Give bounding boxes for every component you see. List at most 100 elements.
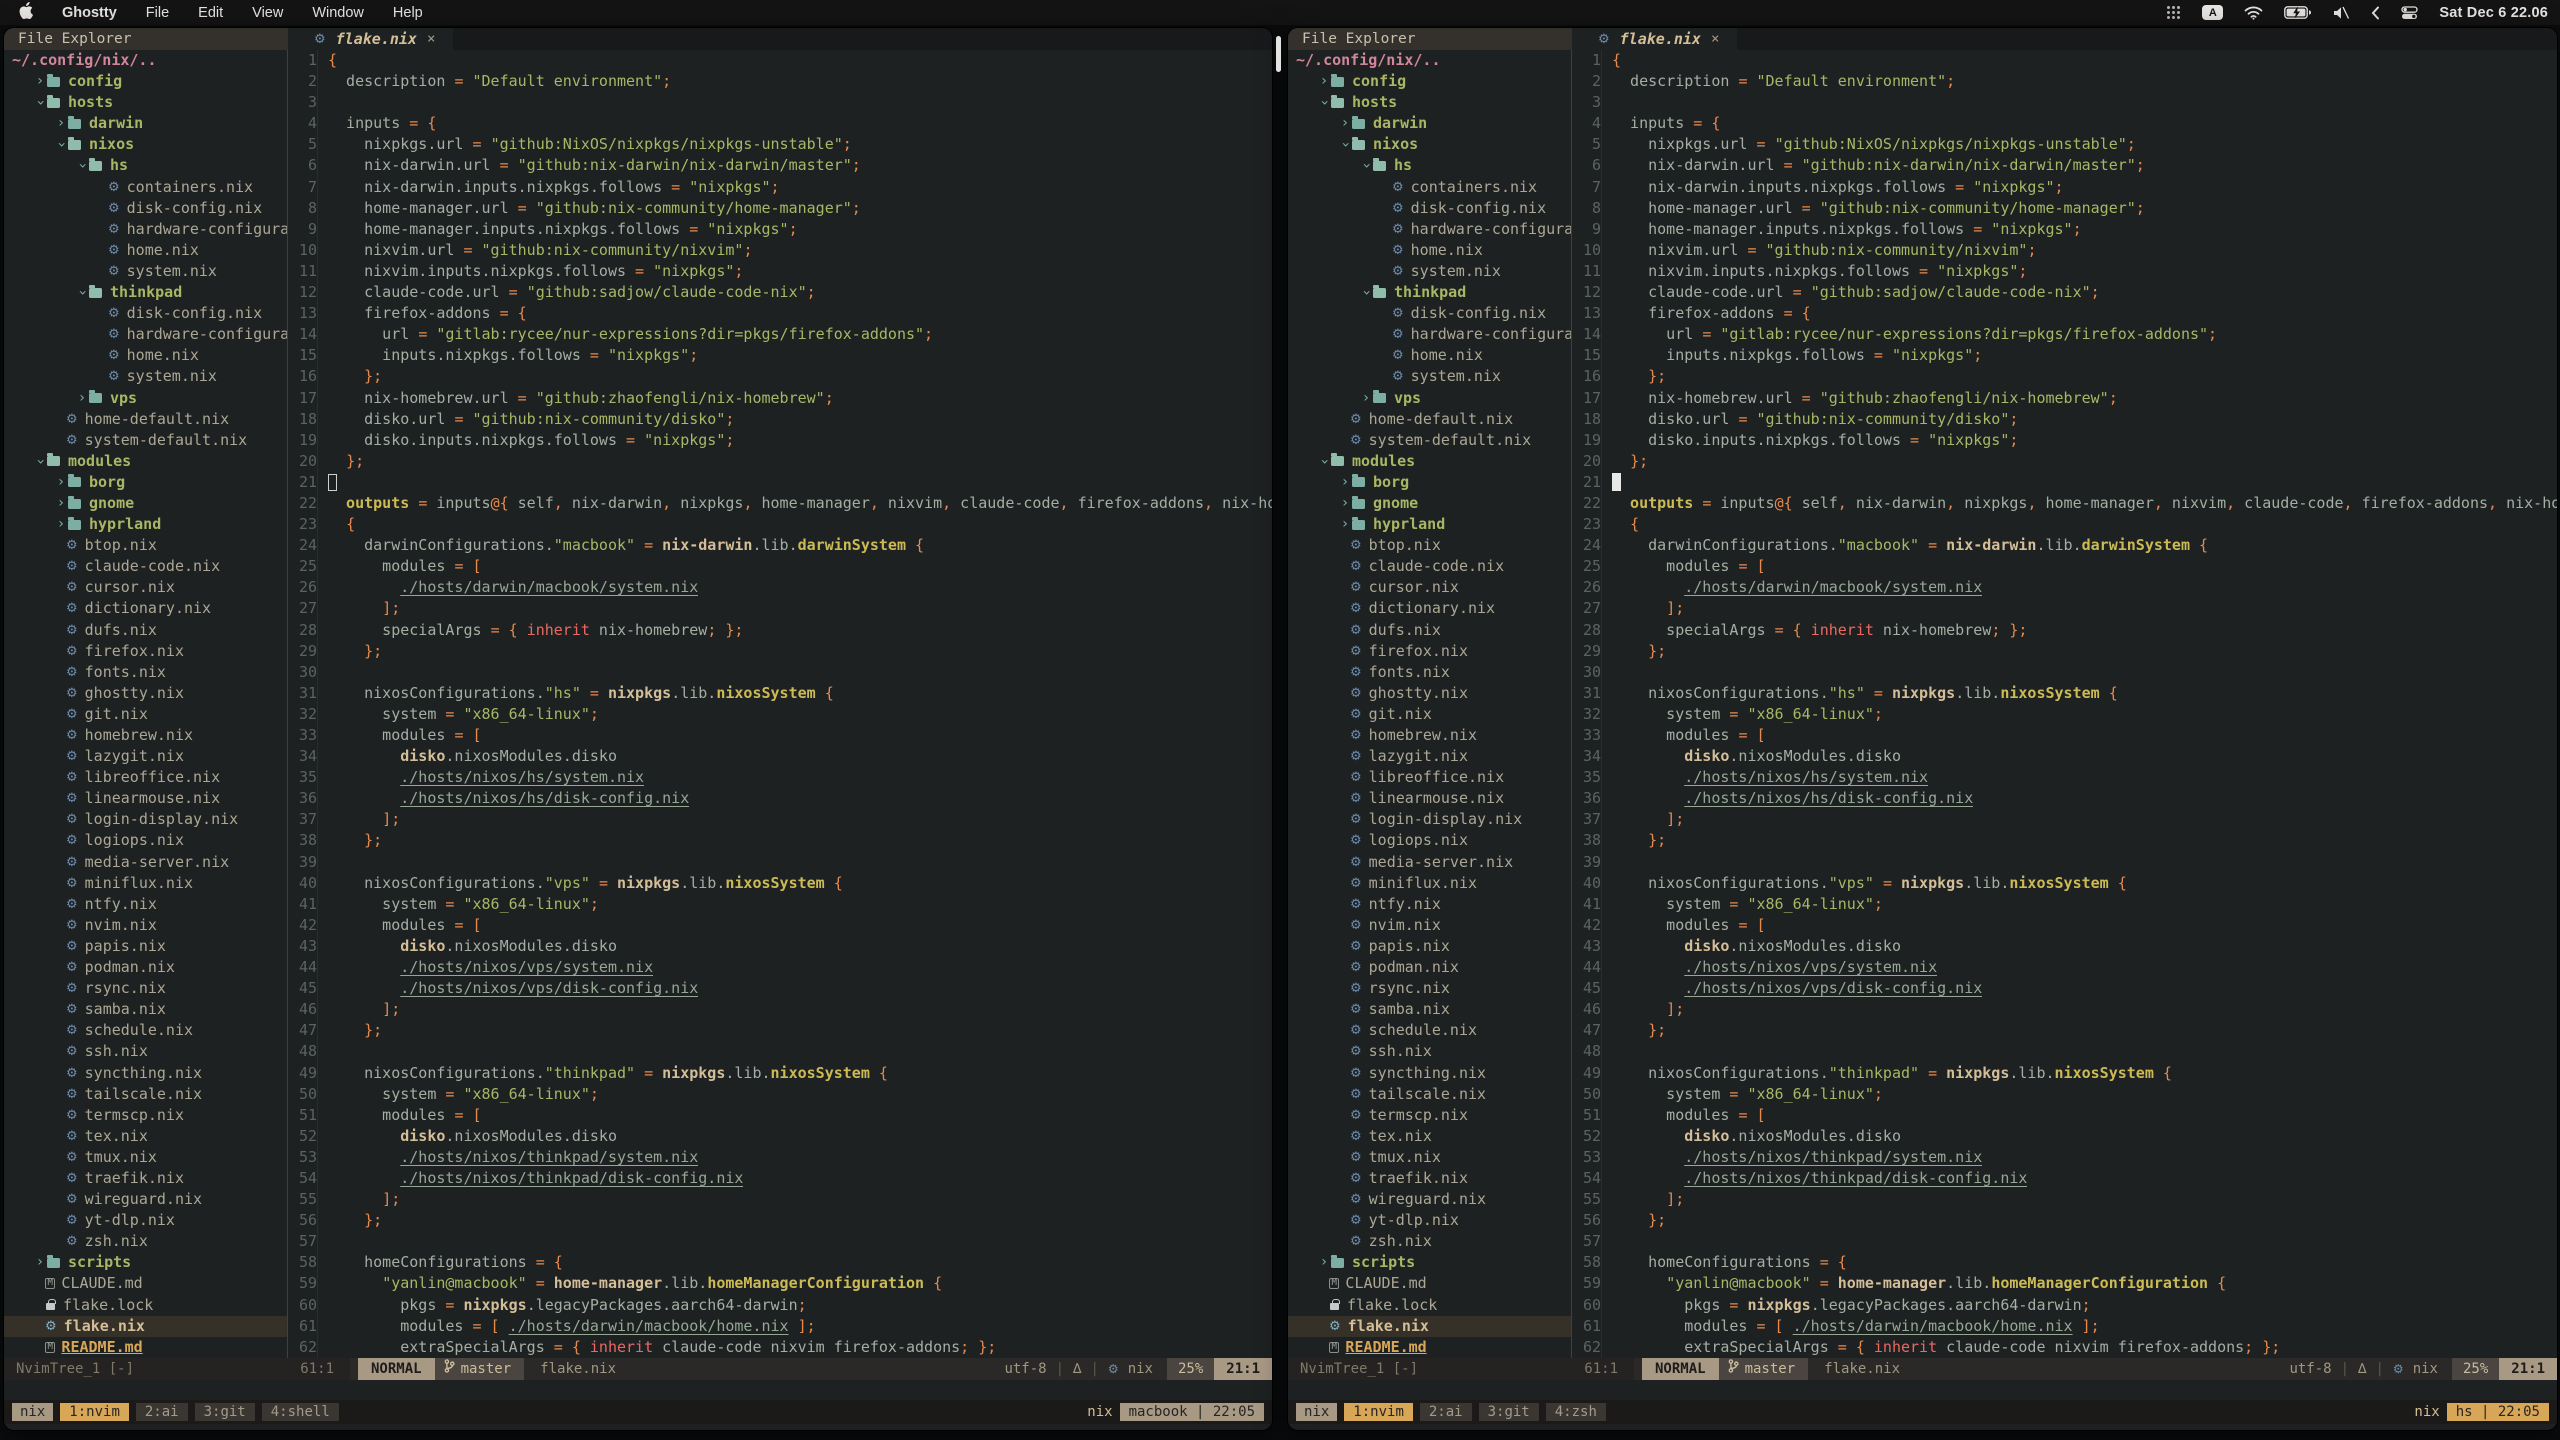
- code-line[interactable]: 50 system = "x86_64-linux";: [1572, 1084, 2557, 1105]
- code-line[interactable]: 52 disko.nixosModules.disko: [288, 1126, 1272, 1147]
- code-line[interactable]: 39: [1572, 852, 2557, 873]
- code-line[interactable]: 9 home-manager.inputs.nixpkgs.follows = …: [1572, 219, 2557, 240]
- tree-item[interactable]: ⚙home-default.nix: [4, 409, 287, 430]
- code-line[interactable]: 54 ./hosts/nixos/thinkpad/disk-config.ni…: [1572, 1168, 2557, 1189]
- tree-item[interactable]: flake.lock: [1288, 1295, 1571, 1316]
- code-line[interactable]: 20 };: [288, 451, 1272, 472]
- code-line[interactable]: 46 ];: [288, 999, 1272, 1020]
- tree-item[interactable]: ›nixos: [1288, 134, 1571, 155]
- tree-item[interactable]: ›config: [4, 71, 287, 92]
- code-line[interactable]: 45 ./hosts/nixos/vps/disk-config.nix: [288, 978, 1272, 999]
- code-line[interactable]: 6 nix-darwin.url = "github:nix-darwin/ni…: [288, 155, 1272, 176]
- mute-icon[interactable]: [2332, 0, 2350, 25]
- tree-item[interactable]: ⚙ssh.nix: [1288, 1041, 1571, 1062]
- tree-item[interactable]: ⚙homebrew.nix: [1288, 725, 1571, 746]
- code-line[interactable]: 59 "yanlin@macbook" = home-manager.lib.h…: [1572, 1273, 2557, 1294]
- tree-item[interactable]: ⚙syncthing.nix: [4, 1063, 287, 1084]
- code-line[interactable]: 38 };: [1572, 830, 2557, 851]
- tree-item[interactable]: ›gnome: [1288, 493, 1571, 514]
- tree-item[interactable]: MCLAUDE.md: [4, 1273, 287, 1294]
- tree-item[interactable]: ⚙containers.nix: [4, 177, 287, 198]
- code-line[interactable]: 21: [288, 472, 1272, 493]
- tree-item[interactable]: ⚙tailscale.nix: [1288, 1084, 1571, 1105]
- code-line[interactable]: 26 ./hosts/darwin/macbook/system.nix: [1572, 577, 2557, 598]
- tree-item[interactable]: ›borg: [1288, 472, 1571, 493]
- tree-item[interactable]: ⚙miniflux.nix: [4, 873, 287, 894]
- code-line[interactable]: 13 firefox-addons = {: [1572, 303, 2557, 324]
- tree-item[interactable]: ⚙flake.nix: [4, 1316, 287, 1337]
- tmux-window-1[interactable]: 1:nvim: [60, 1403, 129, 1421]
- code-line[interactable]: 27 ];: [288, 598, 1272, 619]
- code-line[interactable]: 34 disko.nixosModules.disko: [288, 746, 1272, 767]
- tree-item[interactable]: ⚙libreoffice.nix: [4, 767, 287, 788]
- chevron-left-icon[interactable]: [2371, 0, 2380, 25]
- tree-item[interactable]: ›modules: [1288, 451, 1571, 472]
- menu-item-view[interactable]: View: [252, 5, 283, 21]
- control-center-icon[interactable]: [2401, 0, 2418, 25]
- tree-item[interactable]: ›hyprland: [1288, 514, 1571, 535]
- tree-item[interactable]: ⚙home.nix: [1288, 345, 1571, 366]
- menu-item-help[interactable]: Help: [393, 5, 423, 21]
- code-line[interactable]: 1{: [1572, 50, 2557, 71]
- code-line[interactable]: 55 ];: [1572, 1189, 2557, 1210]
- close-icon[interactable]: ×: [1711, 31, 1719, 47]
- tree-item[interactable]: MCLAUDE.md: [1288, 1273, 1571, 1294]
- code-line[interactable]: 38 };: [288, 830, 1272, 851]
- tree-item[interactable]: ⚙logiops.nix: [1288, 830, 1571, 851]
- tree-item[interactable]: ⚙tmux.nix: [4, 1147, 287, 1168]
- tree-item[interactable]: ⚙dufs.nix: [4, 620, 287, 641]
- split-scrollbar-thumb[interactable]: [1276, 36, 1281, 72]
- tree-item[interactable]: MREADME.md: [4, 1337, 287, 1358]
- code-line[interactable]: 11 nixvim.inputs.nixpkgs.follows = "nixp…: [1572, 261, 2557, 282]
- code-line[interactable]: 5 nixpkgs.url = "github:NixOS/nixpkgs/ni…: [288, 134, 1272, 155]
- tree-item[interactable]: ›borg: [4, 472, 287, 493]
- code-line[interactable]: 36 ./hosts/nixos/hs/disk-config.nix: [288, 788, 1272, 809]
- tree-item[interactable]: ⚙fonts.nix: [1288, 662, 1571, 683]
- tree-item[interactable]: ⚙tmux.nix: [1288, 1147, 1571, 1168]
- tree-item[interactable]: ⚙ghostty.nix: [4, 683, 287, 704]
- tree-item[interactable]: ⚙logiops.nix: [4, 830, 287, 851]
- tree-item[interactable]: ~/.config/nix/..: [1288, 50, 1571, 71]
- code-line[interactable]: 52 disko.nixosModules.disko: [1572, 1126, 2557, 1147]
- code-line[interactable]: 14 url = "gitlab:rycee/nur-expressions?d…: [288, 324, 1272, 345]
- code-line[interactable]: 58 homeConfigurations = {: [1572, 1252, 2557, 1273]
- tmux-window-4[interactable]: 4:zsh: [1546, 1403, 1606, 1421]
- code-line[interactable]: 60 pkgs = nixpkgs.legacyPackages.aarch64…: [288, 1295, 1272, 1316]
- code-line[interactable]: 37 ];: [288, 809, 1272, 830]
- code-line[interactable]: 50 system = "x86_64-linux";: [288, 1084, 1272, 1105]
- tree-item[interactable]: ⚙media-server.nix: [4, 852, 287, 873]
- tree-item[interactable]: ⚙lazygit.nix: [1288, 746, 1571, 767]
- code-line[interactable]: 33 modules = [: [1572, 725, 2557, 746]
- tree-item[interactable]: ›hosts: [1288, 92, 1571, 113]
- tree-item[interactable]: ›gnome: [4, 493, 287, 514]
- code-line[interactable]: 23 {: [1572, 514, 2557, 535]
- tree-item[interactable]: ⚙nvim.nix: [4, 915, 287, 936]
- tree-item[interactable]: MREADME.md: [1288, 1337, 1571, 1358]
- tree-item[interactable]: ⚙login-display.nix: [4, 809, 287, 830]
- code-line[interactable]: 29 };: [1572, 641, 2557, 662]
- tmux-window-4[interactable]: 4:shell: [262, 1403, 339, 1421]
- close-icon[interactable]: ×: [427, 31, 435, 47]
- apps-grid-icon[interactable]: [2166, 0, 2181, 25]
- tree-item[interactable]: ⚙git.nix: [1288, 704, 1571, 725]
- menu-item-edit[interactable]: Edit: [198, 5, 223, 21]
- tree-item[interactable]: ›hs: [4, 155, 287, 176]
- code-line[interactable]: 33 modules = [: [288, 725, 1272, 746]
- code-line[interactable]: 57: [288, 1231, 1272, 1252]
- tab-flake-nix[interactable]: ⚙flake.nix×: [288, 28, 453, 50]
- code-line[interactable]: 30: [1572, 662, 2557, 683]
- tree-item[interactable]: ⚙ntfy.nix: [4, 894, 287, 915]
- tree-item[interactable]: ›hs: [1288, 155, 1571, 176]
- tree-item[interactable]: ›darwin: [1288, 113, 1571, 134]
- code-line[interactable]: 62 extraSpecialArgs = { inherit claude-c…: [1572, 1337, 2557, 1358]
- tree-item[interactable]: ⚙system-default.nix: [1288, 430, 1571, 451]
- tree-item[interactable]: ›scripts: [1288, 1252, 1571, 1273]
- code-line[interactable]: 49 nixosConfigurations."thinkpad" = nixp…: [288, 1063, 1272, 1084]
- code-line[interactable]: 53 ./hosts/nixos/thinkpad/system.nix: [1572, 1147, 2557, 1168]
- code-line[interactable]: 46 ];: [1572, 999, 2557, 1020]
- code-line[interactable]: 4 inputs = {: [288, 113, 1272, 134]
- wifi-icon[interactable]: [2244, 0, 2263, 25]
- tree-item[interactable]: ⚙linearmouse.nix: [4, 788, 287, 809]
- code-line[interactable]: 6 nix-darwin.url = "github:nix-darwin/ni…: [1572, 155, 2557, 176]
- code-line[interactable]: 2 description = "Default environment";: [288, 71, 1272, 92]
